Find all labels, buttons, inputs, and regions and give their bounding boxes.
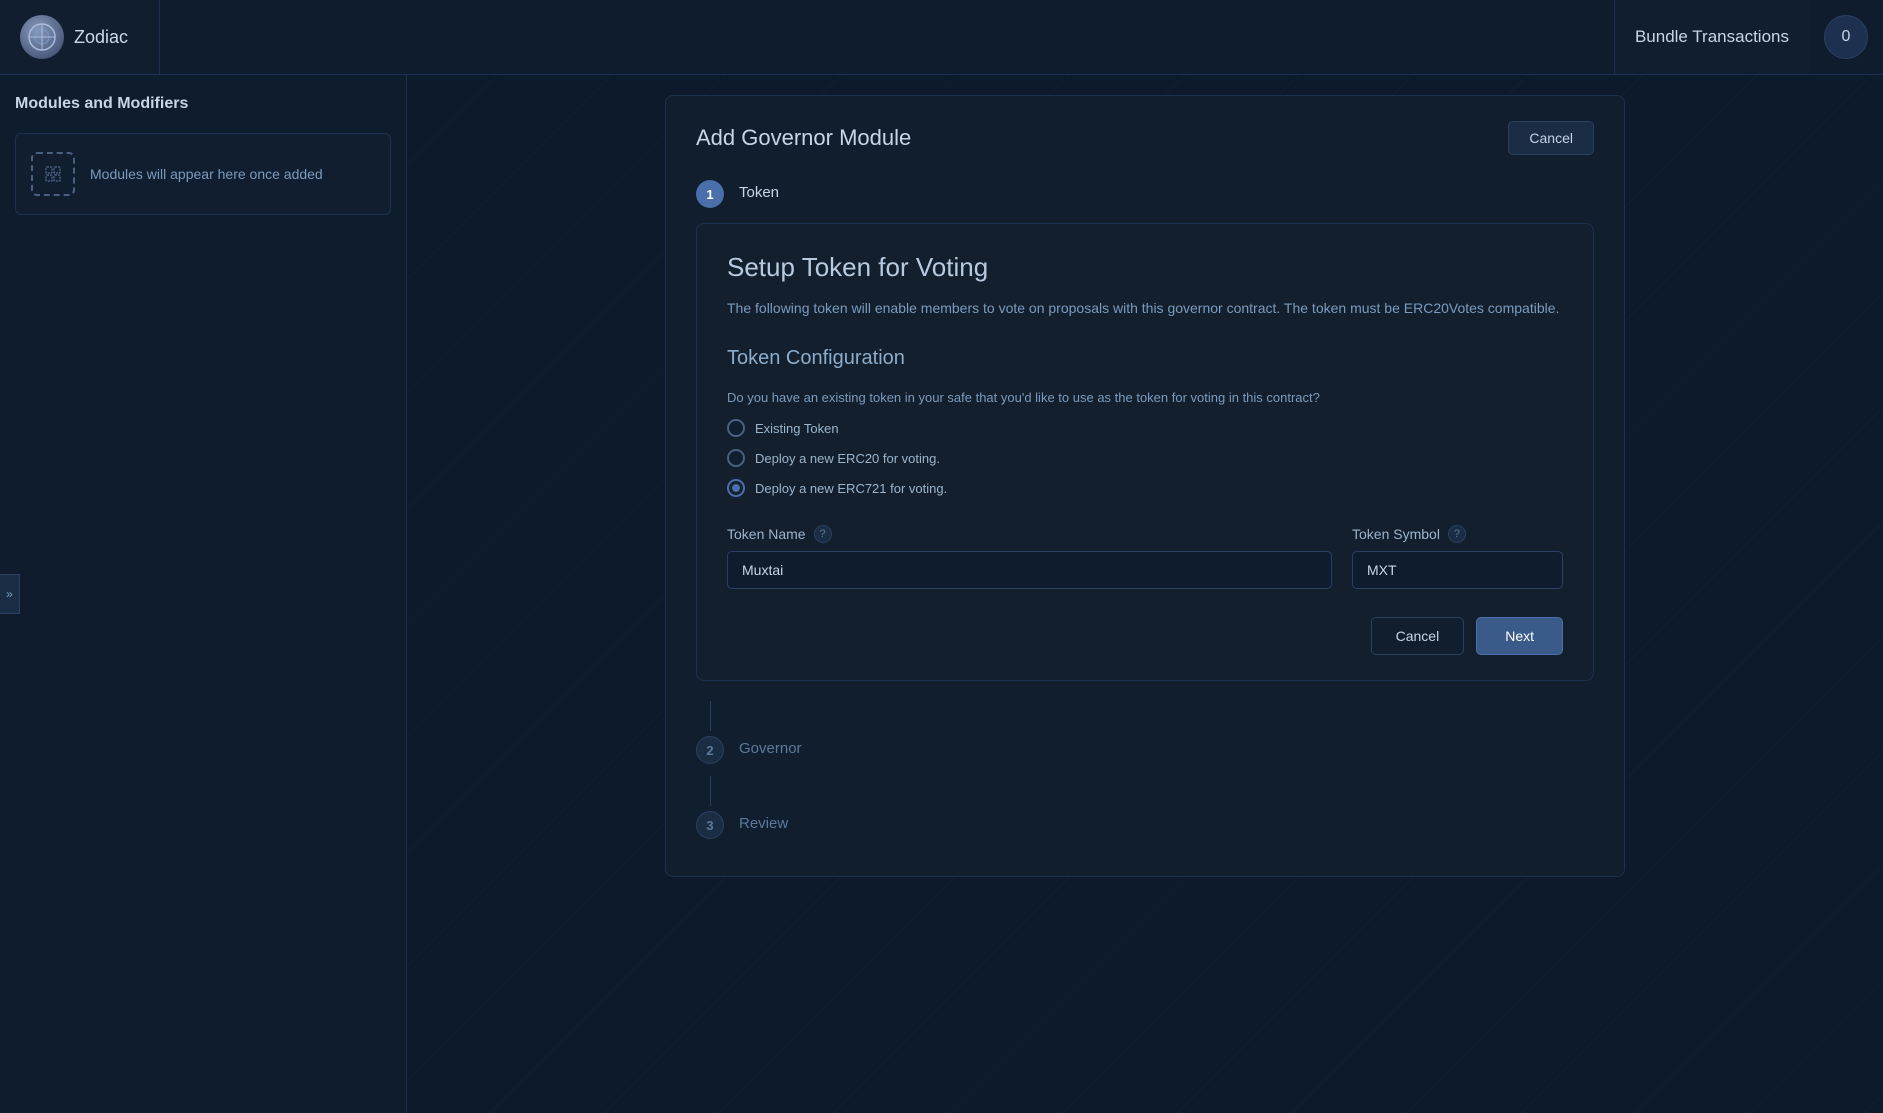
step-connector-2-3 [710, 776, 711, 806]
sidebar: Modules and Modifiers Modules will appea… [0, 75, 407, 1113]
token-config-title: Token Configuration [727, 347, 1563, 370]
step-badge-2: 2 [696, 736, 724, 764]
header: Zodiac Bundle Transactions 0 [0, 0, 1883, 75]
step-label-2: Governor [739, 736, 802, 757]
cancel-top-button[interactable]: Cancel [1508, 121, 1594, 155]
right-panel: Add Governor Module Cancel 1 Token Setup… [407, 75, 1883, 1113]
step-badge-1: 1 [696, 180, 724, 208]
radio-label-erc20: Deploy a new ERC20 for voting. [755, 451, 940, 466]
step-badge-3: 3 [696, 811, 724, 839]
next-button[interactable]: Next [1476, 617, 1563, 655]
sidebar-title: Modules and Modifiers [15, 95, 391, 113]
radio-question: Do you have an existing token in your sa… [727, 390, 1563, 405]
step-label-1: Token [739, 180, 779, 201]
step-row-2: 2 Governor [696, 736, 1594, 764]
empty-text: Modules will appear here once added [90, 164, 323, 185]
header-middle [160, 0, 1614, 74]
radio-existing[interactable]: Existing Token [727, 419, 1563, 437]
action-row: Cancel Next [727, 617, 1563, 655]
modules-empty-state: Modules will appear here once added [15, 133, 391, 215]
token-symbol-label: Token Symbol [1352, 526, 1440, 542]
radio-inner-erc721 [732, 484, 740, 492]
bundle-transactions-area[interactable]: Bundle Transactions 0 [1614, 0, 1883, 74]
token-setup-box: Setup Token for Voting The following tok… [696, 223, 1594, 681]
token-symbol-group: Token Symbol ? [1352, 525, 1563, 589]
bundle-label: Bundle Transactions [1615, 0, 1809, 74]
token-name-label-row: Token Name ? [727, 525, 1332, 543]
token-name-group: Token Name ? [727, 525, 1332, 589]
sidebar-toggle-icon: » [6, 587, 13, 601]
token-name-input[interactable] [727, 551, 1332, 589]
step-row-3: 3 Review [696, 811, 1594, 839]
radio-erc721[interactable]: Deploy a new ERC721 for voting. [727, 479, 1563, 497]
step-connector-1-2 [710, 701, 711, 731]
token-symbol-input[interactable] [1352, 551, 1563, 589]
radio-label-erc721: Deploy a new ERC721 for voting. [755, 481, 947, 496]
sidebar-toggle-button[interactable]: » [0, 574, 20, 614]
logo-text: Zodiac [74, 27, 128, 48]
token-symbol-help-icon[interactable]: ? [1448, 525, 1466, 543]
panel-card: Add Governor Module Cancel 1 Token Setup… [665, 95, 1625, 877]
logo-icon [20, 15, 64, 59]
radio-outer-erc721 [727, 479, 745, 497]
radio-group: Existing Token Deploy a new ERC20 for vo… [727, 419, 1563, 497]
step-row-1: 1 Token [696, 180, 1594, 208]
radio-erc20[interactable]: Deploy a new ERC20 for voting. [727, 449, 1563, 467]
logo-area[interactable]: Zodiac [0, 0, 160, 74]
panel-title: Add Governor Module [696, 125, 911, 151]
radio-outer-erc20 [727, 449, 745, 467]
main-area: Modules and Modifiers Modules will appea… [0, 75, 1883, 1113]
token-symbol-label-row: Token Symbol ? [1352, 525, 1563, 543]
radio-outer-existing [727, 419, 745, 437]
token-setup-desc: The following token will enable members … [727, 297, 1563, 319]
radio-label-existing: Existing Token [755, 421, 839, 436]
panel-header: Add Governor Module Cancel [696, 121, 1594, 155]
cancel-button[interactable]: Cancel [1371, 617, 1465, 655]
token-name-label: Token Name [727, 526, 806, 542]
step-label-3: Review [739, 811, 788, 832]
empty-icon [31, 152, 75, 196]
token-name-help-icon[interactable]: ? [814, 525, 832, 543]
form-row: Token Name ? Token Symbol ? [727, 525, 1563, 589]
bundle-count: 0 [1824, 15, 1868, 59]
token-setup-title: Setup Token for Voting [727, 252, 1563, 283]
